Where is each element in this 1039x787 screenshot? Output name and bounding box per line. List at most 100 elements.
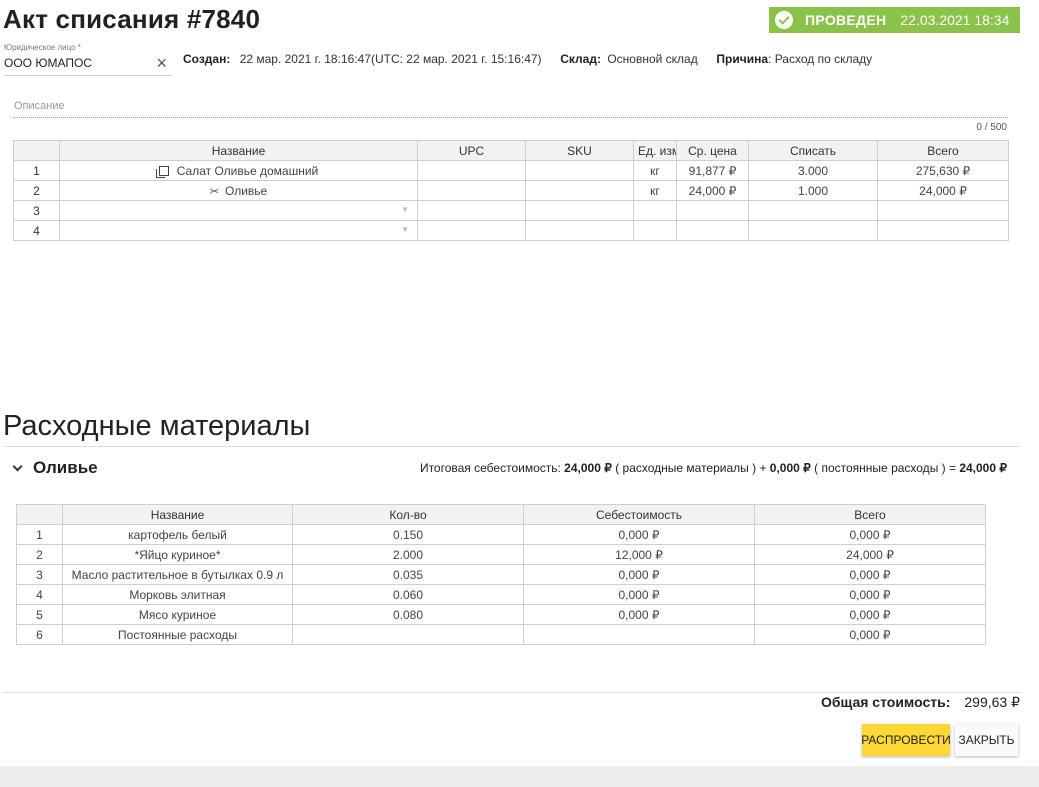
upc-cell[interactable] — [417, 180, 526, 201]
column-header[interactable]: Название — [62, 504, 293, 525]
sku-cell[interactable] — [525, 160, 634, 181]
column-header[interactable]: UPC — [417, 140, 526, 161]
table-row[interactable]: 4 ▼ — [13, 220, 1009, 241]
description-input[interactable]: Описание — [14, 100, 65, 112]
chevron-down-icon[interactable] — [12, 461, 23, 472]
group-name: Оливье — [33, 458, 98, 477]
row-number: 2 — [13, 180, 60, 201]
material-name: Мясо куриное — [62, 604, 293, 625]
legal-entity-label: Юридическое лицо * — [4, 43, 81, 52]
column-header[interactable]: Себестоимость — [523, 504, 755, 525]
status-badge: ПРОВЕДЕН 22.03.2021 18:34 — [769, 7, 1020, 33]
table-header-row: Название Кол-во Себестоимость Всего — [16, 504, 986, 525]
table-header-row: Название UPC SKU Ед. изм Ср. цена Списат… — [13, 140, 1009, 161]
unit-cell: кг — [633, 180, 677, 201]
row-number: 1 — [16, 524, 63, 545]
sku-cell[interactable] — [525, 220, 634, 241]
warehouse-value: Основной склад — [607, 52, 698, 66]
material-cost — [523, 624, 755, 645]
upc-cell[interactable] — [417, 220, 526, 241]
sku-cell[interactable] — [525, 180, 634, 201]
legal-entity-text[interactable]: ООО ЮМАПОС — [4, 56, 92, 70]
table-row[interactable]: 1 Салат Оливье домашний кг 91,877 ₽ 3.00… — [13, 160, 1009, 181]
column-header[interactable]: Название — [59, 140, 418, 161]
page-footer-bar — [0, 766, 1039, 787]
column-header[interactable]: Ед. изм — [633, 140, 677, 161]
price-cell — [676, 200, 749, 221]
price-cell — [676, 220, 749, 241]
close-icon[interactable]: × — [156, 54, 167, 72]
document-meta: Создан: 22 мар. 2021 г. 18:16:47(UTC: 22… — [183, 52, 872, 66]
materials-section-title: Расходные материалы — [3, 410, 311, 442]
materials-table: Название Кол-во Себестоимость Всего 1 ка… — [16, 504, 986, 645]
column-header[interactable]: Всего — [877, 140, 1009, 161]
material-qty: 0.035 — [292, 564, 524, 585]
check-circle-icon — [775, 11, 793, 29]
table-row[interactable]: 2 ✂ Оливье кг 24,000 ₽ 1.000 24,000 ₽ — [13, 180, 1009, 201]
material-total: 0,000 ₽ — [754, 524, 986, 545]
legal-entity-field[interactable]: Юридическое лицо * ООО ЮМАПОС × — [4, 43, 172, 76]
chevron-down-icon[interactable]: ▼ — [401, 205, 409, 214]
reason-value: : Расход по складу — [768, 52, 873, 66]
item-select[interactable]: ▼ — [59, 200, 418, 221]
total-cell — [877, 200, 1009, 221]
total-cost: Общая стоимость: 299,63 ₽ — [821, 694, 1020, 711]
material-name: Морковь элитная — [62, 584, 293, 605]
total-cell: 24,000 ₽ — [877, 180, 1009, 201]
table-row: 4 Морковь элитная 0.060 0,000 ₽ 0,000 ₽ — [16, 584, 986, 605]
table-row: 3 Масло растительное в бутылках 0.9 л 0.… — [16, 564, 986, 585]
row-number: 4 — [13, 220, 60, 241]
table-row: 5 Мясо куриное 0.080 0,000 ₽ 0,000 ₽ — [16, 604, 986, 625]
copy-icon — [155, 165, 169, 178]
column-header[interactable]: SKU — [525, 140, 634, 161]
table-row[interactable]: 3 ▼ — [13, 200, 1009, 221]
item-name: Салат Оливье домашний — [176, 163, 319, 178]
column-header[interactable]: Всего — [754, 504, 986, 525]
material-total: 0,000 ₽ — [754, 584, 986, 605]
material-total: 0,000 ₽ — [754, 564, 986, 585]
material-cost: 0,000 ₽ — [523, 524, 755, 545]
status-label: ПРОВЕДЕН — [805, 12, 887, 28]
qty-cell[interactable] — [748, 200, 878, 221]
qty-cell[interactable] — [748, 220, 878, 241]
item-select[interactable]: ▼ — [59, 220, 418, 241]
summary-materials-text: ( расходные материалы ) + — [615, 461, 767, 475]
status-date: 22.03.2021 18:34 — [900, 12, 1010, 28]
summary-total-value: 24,000 ₽ — [959, 461, 1007, 475]
sku-cell[interactable] — [525, 200, 634, 221]
total-cost-value: 299,63 ₽ — [964, 694, 1020, 710]
row-number: 4 — [16, 584, 63, 605]
table-row: 1 картофель белый 0.150 0,000 ₽ 0,000 ₽ — [16, 524, 986, 545]
column-header[interactable]: Кол-во — [292, 504, 524, 525]
item-name-cell[interactable]: Салат Оливье домашний — [59, 160, 418, 181]
upc-cell[interactable] — [417, 160, 526, 181]
qty-cell[interactable]: 1.000 — [748, 180, 878, 201]
unit-cell — [633, 220, 677, 241]
page-title: Акт списания #7840 — [3, 4, 261, 34]
chevron-down-icon[interactable]: ▼ — [401, 225, 409, 234]
material-cost: 0,000 ₽ — [523, 564, 755, 585]
total-cost-label: Общая стоимость: — [820, 694, 951, 710]
description-underline — [13, 117, 1008, 118]
material-total: 24,000 ₽ — [754, 544, 986, 565]
materials-group-toggle[interactable]: Оливье — [12, 458, 98, 478]
material-name: Постоянные расходы — [62, 624, 293, 645]
items-table: Название UPC SKU Ед. изм Ср. цена Списат… — [13, 140, 1009, 241]
upc-cell[interactable] — [417, 200, 526, 221]
column-header[interactable]: Ср. цена — [676, 140, 749, 161]
close-button[interactable]: ЗАКРЫТЬ — [955, 724, 1018, 756]
summary-fixed-text: ( постоянные расходы ) = — [814, 461, 956, 475]
material-qty: 2.000 — [292, 544, 524, 565]
unpost-button[interactable]: РАСПРОВЕСТИ — [861, 724, 951, 756]
created-value: 22 мар. 2021 г. 18:16:47(UTC: 22 мар. 20… — [239, 52, 542, 66]
material-total: 0,000 ₽ — [754, 624, 986, 645]
item-name-cell[interactable]: ✂ Оливье — [59, 180, 418, 201]
column-header[interactable]: Списать — [748, 140, 878, 161]
total-cell: 275,630 ₽ — [877, 160, 1009, 181]
utensils-icon: ✂ — [209, 185, 219, 198]
char-counter: 0 / 500 — [976, 122, 1007, 133]
legal-entity-value: ООО ЮМАПОС × — [4, 54, 172, 76]
qty-cell[interactable]: 3.000 — [748, 160, 878, 181]
summary-label: Итоговая себестоимость: — [419, 461, 561, 475]
unit-cell — [633, 200, 677, 221]
